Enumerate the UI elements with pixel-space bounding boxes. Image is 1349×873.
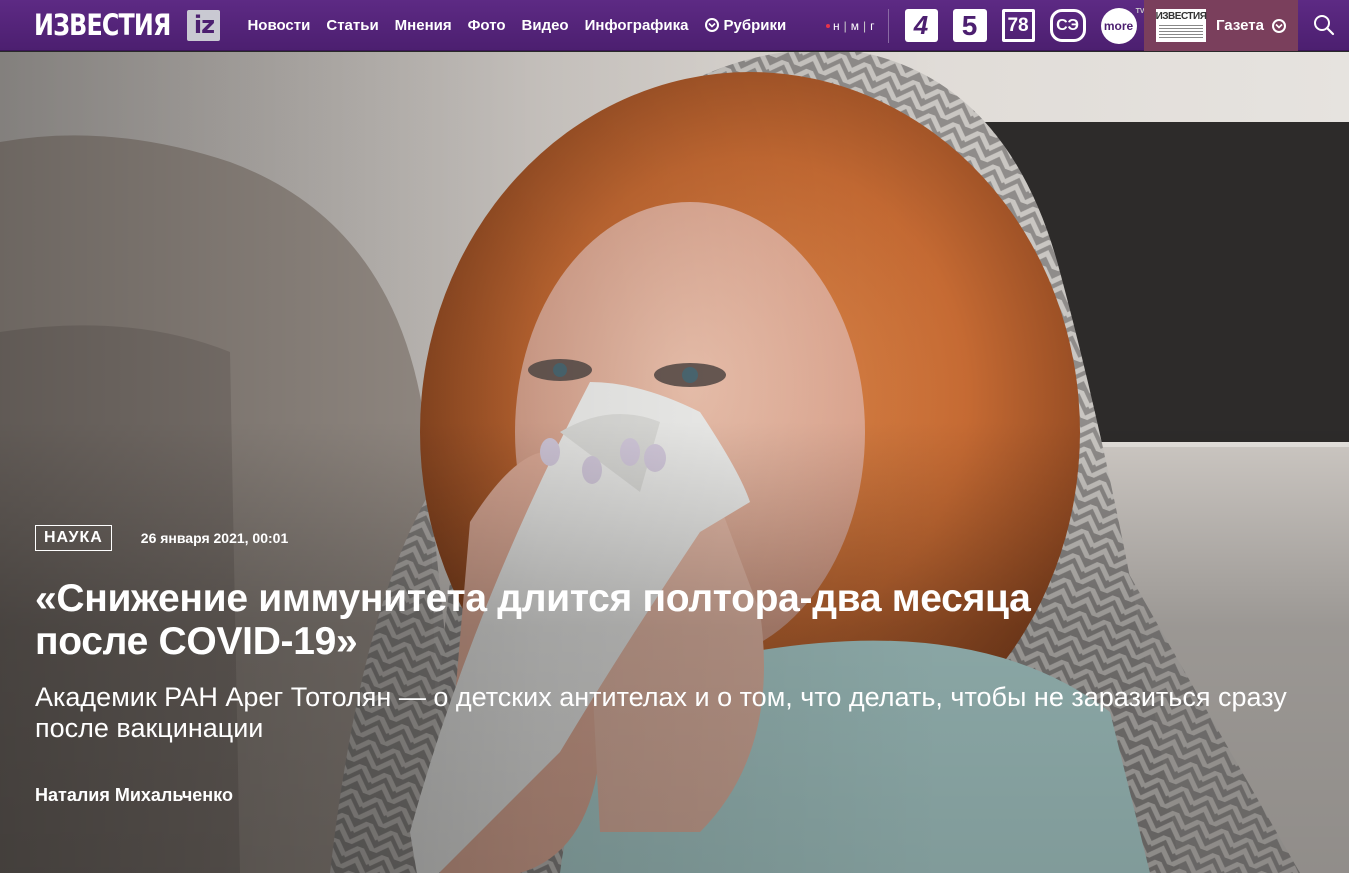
newspaper-lines: [1159, 25, 1203, 39]
newspaper-icon: ИЗВЕСТИЯ: [1155, 9, 1207, 42]
rubric-tag[interactable]: НАУКА: [35, 525, 112, 551]
channel-5-icon[interactable]: 5: [952, 9, 987, 42]
article-meta: НАУКА 26 января 2021, 00:01: [35, 525, 288, 551]
publish-date: 26 января 2021, 00:01: [140, 530, 289, 546]
gazeta-dropdown[interactable]: ИЗВЕСТИЯ Газета: [1144, 0, 1298, 51]
search-icon[interactable]: [1313, 14, 1335, 36]
gazeta-logo-text: ИЗВЕСТИЯ: [1155, 11, 1207, 22]
partner-channels: н | м | г 4 5 78 СЭ more TV: [826, 0, 1152, 51]
channel-78-icon[interactable]: 78: [1001, 9, 1035, 42]
top-nav-bar: ИЗВЕСТИЯ iz Новости Статьи Мнения Фото В…: [0, 0, 1349, 51]
gazeta-label: Газета: [1216, 17, 1264, 34]
nmg-separator: |: [863, 18, 868, 33]
nmg-separator: |: [843, 18, 848, 33]
article-headline: «Снижение иммунитета длится полтора-два …: [35, 577, 1235, 663]
more-tv-label: more: [1103, 18, 1134, 33]
nmg-dot-icon: [826, 23, 830, 28]
logo-iz-badge: iz: [187, 9, 221, 41]
nav-item-photo[interactable]: Фото: [468, 17, 506, 34]
headline-line-2: после COVID-19»: [35, 620, 358, 663]
chevron-down-icon: [704, 18, 719, 32]
nav-item-video[interactable]: Видео: [522, 17, 569, 34]
divider: [887, 8, 889, 43]
headline-line-1: «Снижение иммунитета длится полтора-два …: [35, 577, 1031, 620]
channel-4-icon[interactable]: 4: [904, 9, 938, 42]
nav-item-opinions[interactable]: Мнения: [395, 17, 452, 34]
chevron-down-icon: [1271, 18, 1286, 33]
nmg-letter-n: н: [833, 18, 841, 33]
nav-rubrics-label: Рубрики: [723, 16, 787, 34]
main-nav: Новости Статьи Мнения Фото Видео Инфогра…: [247, 17, 802, 34]
hero-overlay: [0, 52, 1349, 873]
logo-text: ИЗВЕСТИЯ: [34, 8, 171, 42]
nav-item-news[interactable]: Новости: [247, 17, 310, 34]
nav-item-articles[interactable]: Статьи: [326, 17, 378, 34]
channel-se-icon[interactable]: СЭ: [1049, 9, 1086, 42]
article-subtitle: Академик РАН Арег Тотолян — о детских ан…: [35, 682, 1287, 743]
nmg-letter-m: м: [850, 18, 861, 33]
author-link[interactable]: Наталия Михальченко: [35, 785, 233, 806]
izvestia-logo[interactable]: ИЗВЕСТИЯ iz: [34, 0, 221, 51]
nav-item-rubrics[interactable]: Рубрики: [704, 16, 787, 34]
nmg-logo[interactable]: н | м | г: [826, 19, 876, 33]
article-hero: НАУКА 26 января 2021, 00:01 «Снижение им…: [0, 52, 1349, 873]
more-tv-icon[interactable]: more TV: [1100, 7, 1145, 44]
nav-item-infographics[interactable]: Инфографика: [585, 17, 689, 34]
nmg-letter-g: г: [870, 18, 876, 33]
